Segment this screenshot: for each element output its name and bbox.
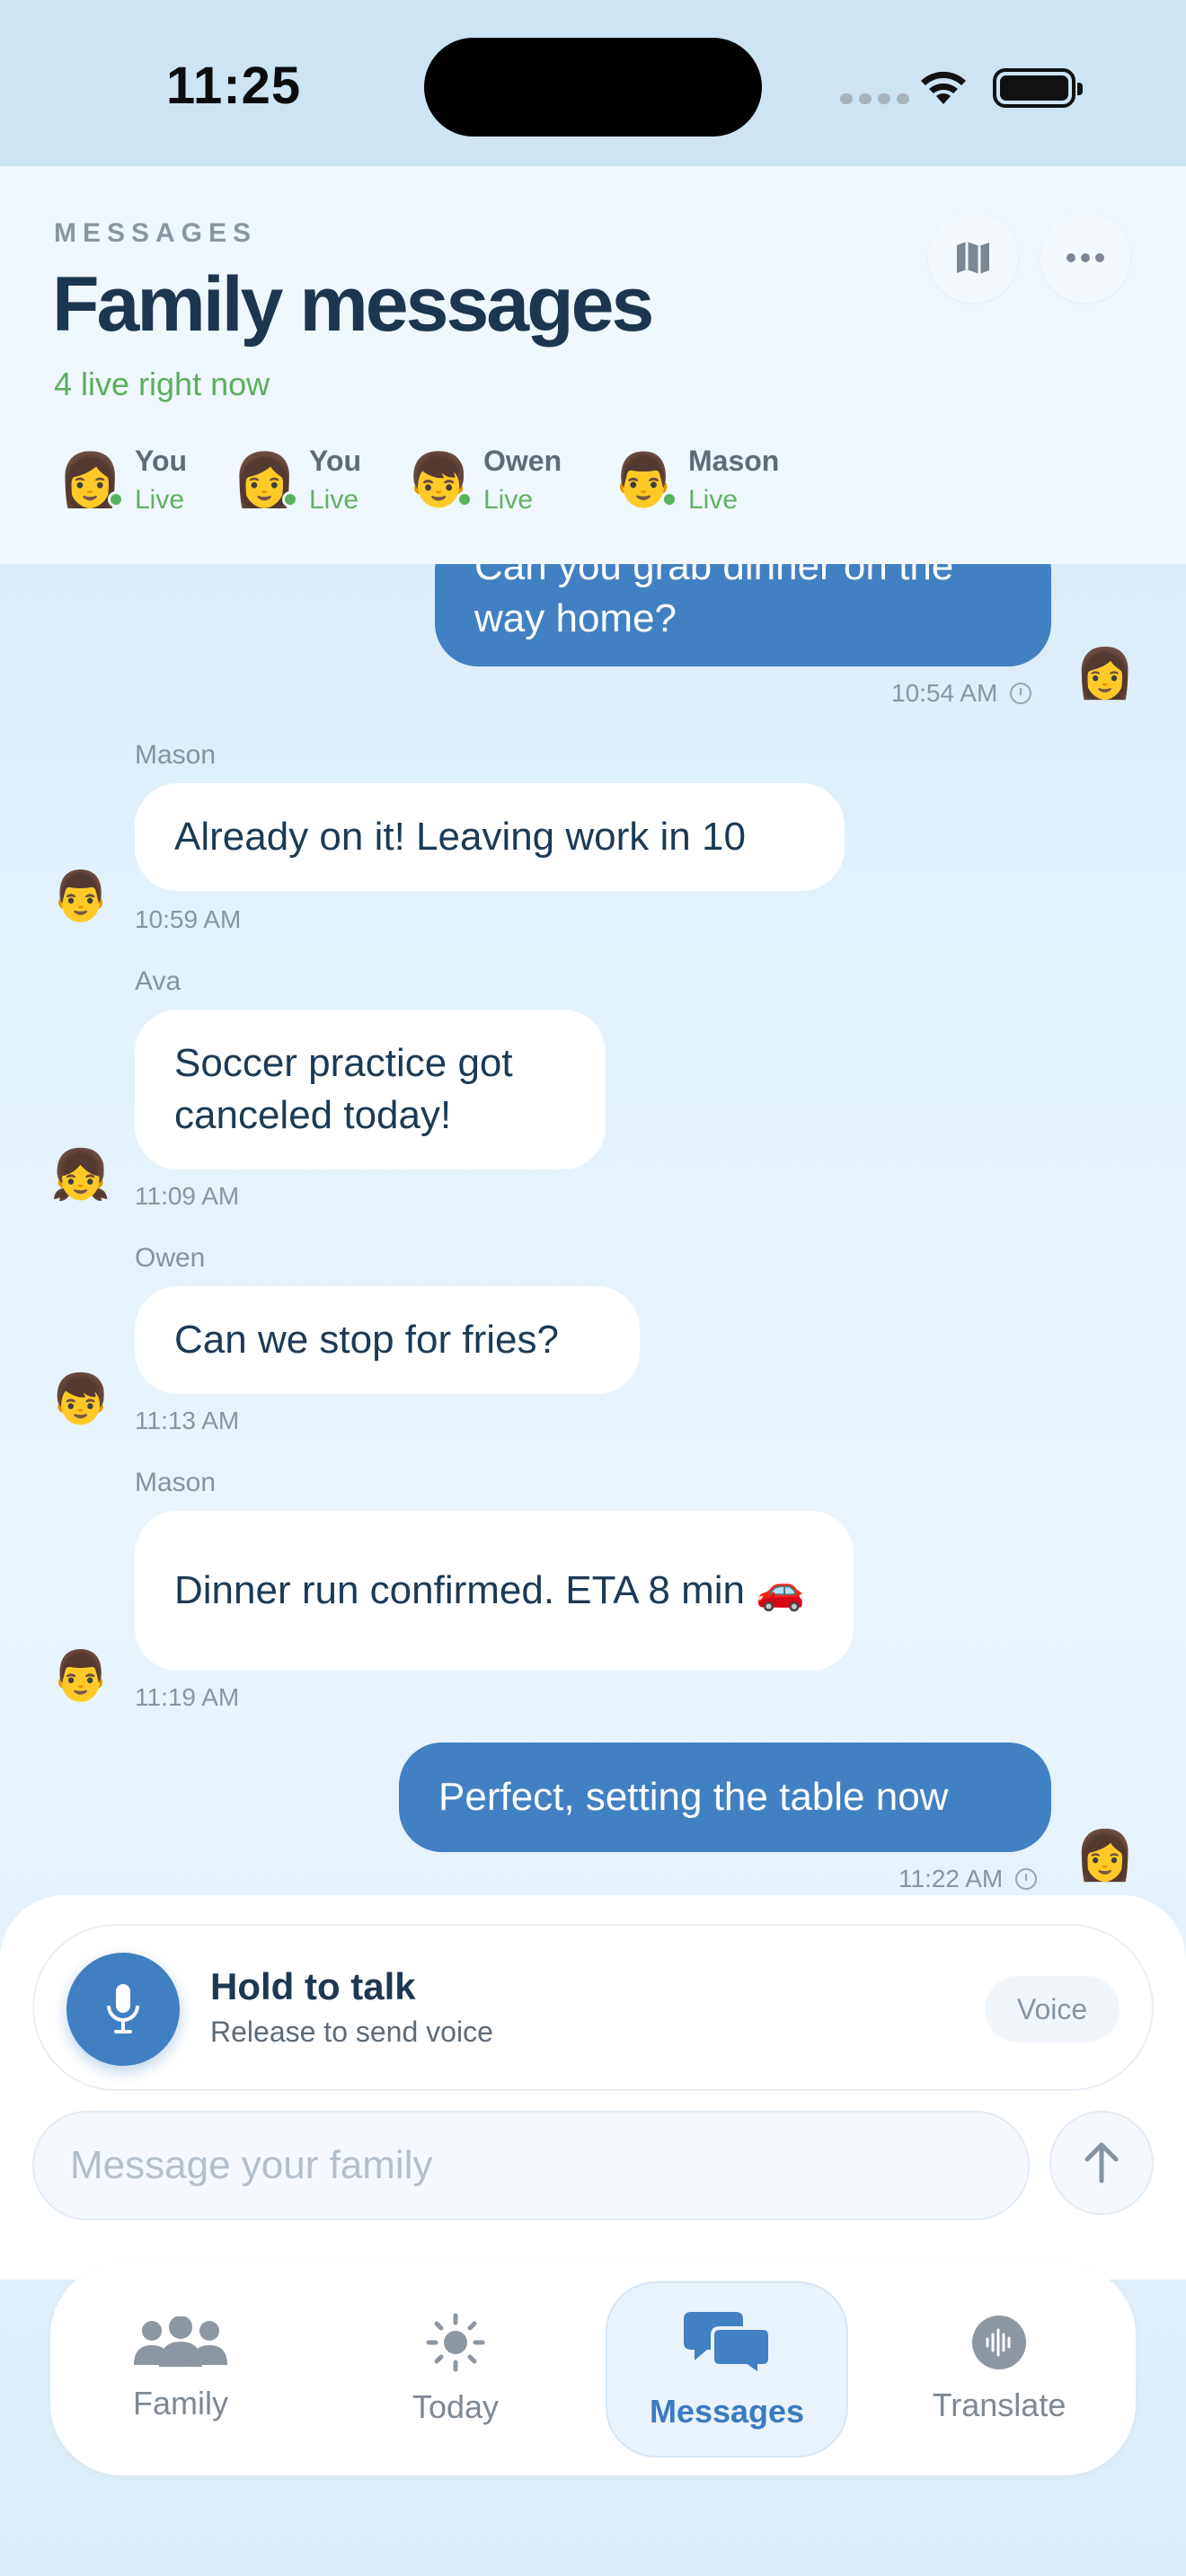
member-status: Live [483,485,534,515]
live-indicator [456,491,473,507]
member-status: Live [135,485,185,515]
tab-today[interactable]: Today [361,2263,550,2475]
dynamic-island [424,38,762,137]
message-timestamp: 11:22 AM [898,1865,1038,1893]
clock-icon [1010,683,1032,704]
composer: Hold to talk Release to send voice Voice [0,1895,1186,2280]
incoming-message-bubble[interactable]: Dinner run confirmed. ETA 8 min 🚗 [135,1511,854,1671]
map-icon [957,242,989,274]
presence-member[interactable]: 👨 Mason Live [611,445,779,516]
messages-header: MESSAGES Family messages 4 live right no… [0,166,1186,564]
send-button[interactable] [1049,2111,1154,2215]
live-indicator [282,491,298,507]
microphone-icon [107,1984,139,2033]
avatar: 👩 [1075,1829,1136,1883]
map-button[interactable] [928,213,1018,303]
message-timestamp: 11:19 AM [135,1683,240,1711]
status-bar: 11:25 [0,0,1186,166]
tab-messages[interactable]: Messages [606,2281,848,2457]
tab-label: Family [133,2385,228,2422]
message-sender: Mason [135,740,217,770]
live-indicator [108,491,124,507]
tab-bar: Family Today Messages Translate [50,2263,1136,2475]
section-eyebrow: MESSAGES [54,218,258,248]
hold-to-talk-title: Hold to talk [210,1965,416,2007]
arrow-up-icon [1084,2142,1119,2183]
cellular-signal-icon [840,93,909,104]
message-sender: Ava [135,966,181,996]
member-status: Live [688,485,739,515]
message-timestamp: 11:09 AM [135,1182,240,1210]
tab-label: Messages [649,2393,805,2430]
chat-bubbles-icon [684,2312,770,2377]
message-sender: Owen [135,1243,206,1273]
message-text: Can we stop for fries? [174,1318,559,1362]
presence-member[interactable]: 👩 You Live [232,445,361,516]
status-time: 11:25 [166,57,302,115]
tab-family[interactable]: Family [86,2263,275,2475]
avatar: 👨 [50,869,111,923]
battery-icon [993,68,1083,108]
member-name: Mason [688,445,780,477]
live-count: 4 live right now [54,366,270,402]
message-sender: Mason [135,1468,217,1497]
tab-label: Today [412,2388,500,2425]
incoming-message-bubble[interactable]: Can we stop for fries? [135,1286,640,1394]
waveform-icon [972,2316,1026,2369]
people-icon [134,2316,227,2367]
message-text: Already on it! Leaving work in 10 [174,815,746,859]
message-input[interactable] [32,2111,1030,2220]
message-list[interactable]: Can you grab dinner on the way home? 10:… [0,564,1186,1893]
message-text: Can you grab dinner on the way home? [474,564,954,640]
message-text: Dinner run confirmed. ETA 8 min 🚗 [174,1568,806,1612]
more-options-button[interactable] [1040,213,1130,303]
wifi-icon [921,71,966,104]
tab-translate[interactable]: Translate [900,2263,1098,2475]
member-name: Owen [483,445,562,477]
member-name: You [135,445,188,477]
avatar: 👨 [50,1649,111,1703]
incoming-message-bubble[interactable]: Soccer practice got canceled today! [135,1010,606,1169]
presence-member[interactable]: 👦 Owen Live [406,445,562,516]
sun-icon [426,2313,485,2372]
member-status: Live [309,485,359,515]
message-timestamp: 10:54 AM [891,679,1032,708]
message-timestamp: 11:13 AM [135,1407,240,1434]
member-name: You [309,445,362,477]
ellipsis-icon [1067,253,1104,262]
avatar: 👧 [50,1148,111,1202]
hold-to-talk-subtitle: Release to send voice [210,2016,493,2048]
hold-to-talk-card[interactable]: Hold to talk Release to send voice Voice [32,1924,1154,2091]
voice-mode-button[interactable]: Voice [985,1976,1120,2042]
message-text: Soccer practice got canceled today! [174,1041,513,1137]
message-timestamp: 10:59 AM [135,905,242,933]
avatar: 👦 [50,1372,111,1426]
avatar: 👩 [1075,647,1136,701]
page-title: Family messages [52,261,654,348]
outgoing-message-bubble[interactable]: Can you grab dinner on the way home? [435,564,1051,666]
tab-label: Translate [932,2386,1067,2423]
hold-to-talk-button[interactable] [66,1953,180,2066]
presence-member[interactable]: 👩 You Live [58,445,187,516]
live-indicator [661,491,677,507]
incoming-message-bubble[interactable]: Already on it! Leaving work in 10 [135,783,845,891]
clock-icon [1015,1868,1038,1890]
message-text: Perfect, setting the table now [438,1775,949,1819]
outgoing-message-bubble[interactable]: Perfect, setting the table now [399,1742,1051,1852]
